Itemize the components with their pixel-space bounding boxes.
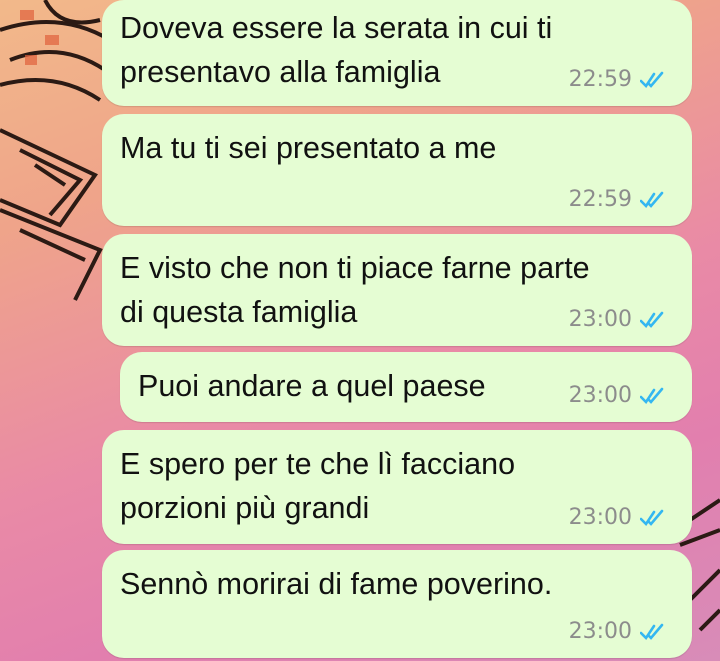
message-bubble[interactable]: Ma tu ti sei presentato a me 22:59 <box>102 114 692 226</box>
message-meta: 23:00 <box>569 383 666 408</box>
message-bubble[interactable]: Doveva essere la serata in cui ti presen… <box>102 0 692 106</box>
message-meta: 22:59 <box>569 187 666 212</box>
message-time: 23:00 <box>568 383 632 408</box>
message-bubble[interactable]: Puoi andare a quel paese 23:00 <box>120 352 692 422</box>
message-time: 23:00 <box>568 307 632 332</box>
double-check-icon <box>640 71 664 88</box>
message-text: E visto che non ti piace farne parte di … <box>120 251 590 329</box>
double-check-icon <box>640 387 664 404</box>
double-check-icon <box>640 509 664 526</box>
message-text: E spero per te che lì facciano porzioni … <box>120 447 516 525</box>
message-meta: 23:00 <box>569 307 666 332</box>
message-time: 22:59 <box>568 187 632 212</box>
message-bubble[interactable]: E visto che non ti piace farne parte di … <box>102 234 692 346</box>
message-text: Doveva essere la serata in cui ti presen… <box>120 11 553 89</box>
message-meta: 23:00 <box>569 505 666 530</box>
message-time: 23:00 <box>568 505 632 530</box>
message-time: 23:00 <box>568 619 632 644</box>
double-check-icon <box>640 623 664 640</box>
message-meta: 23:00 <box>569 619 666 644</box>
message-bubble[interactable]: E spero per te che lì facciano porzioni … <box>102 430 692 544</box>
message-text: Puoi andare a quel paese <box>138 369 486 403</box>
message-text: Ma tu ti sei presentato a me <box>120 131 497 165</box>
double-check-icon <box>640 311 664 328</box>
message-time: 22:59 <box>568 67 632 92</box>
double-check-icon <box>640 191 664 208</box>
message-bubble[interactable]: Sennò morirai di fame poverino. 23:00 <box>102 550 692 658</box>
message-meta: 22:59 <box>569 67 666 92</box>
message-text: Sennò morirai di fame poverino. <box>120 567 553 601</box>
